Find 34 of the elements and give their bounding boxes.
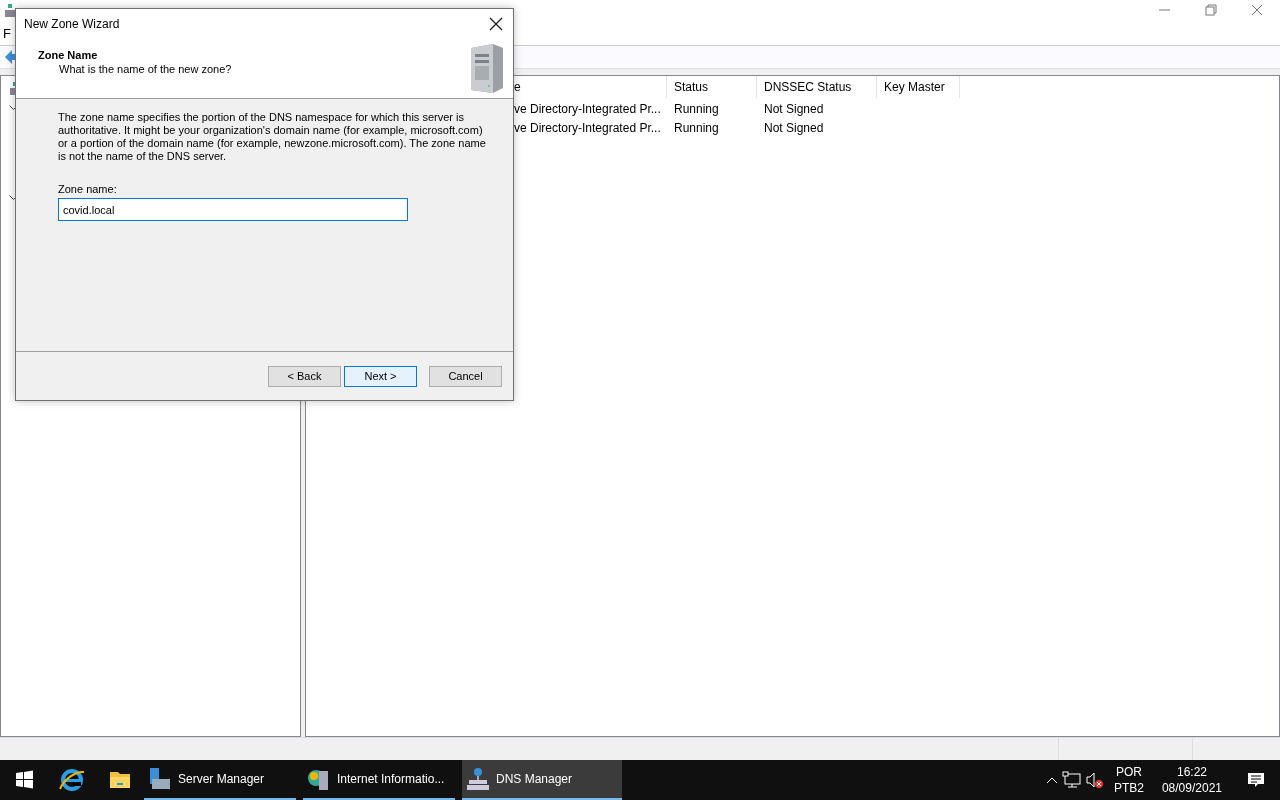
clock-date[interactable]: 08/09/2021 xyxy=(1161,780,1222,796)
zone-name-field[interactable]: covid.local xyxy=(58,198,408,221)
app-icon[interactable] xyxy=(307,767,331,791)
table-cell-text: Running xyxy=(673,100,720,118)
column-header[interactable]: DNSSEC Status xyxy=(757,76,877,98)
app-label: Internet Informatio... xyxy=(337,772,445,786)
wizard-button[interactable]: Next > xyxy=(344,365,417,387)
table-cell-text: Running xyxy=(673,119,720,137)
app-label: Server Manager xyxy=(178,772,265,786)
table-cell-text: ve Directory-Integrated Pr... xyxy=(514,119,662,137)
column-header[interactable]: Key Master xyxy=(877,76,960,98)
wizard-subheading: What is the name of the new zone? xyxy=(58,63,232,75)
taskbar-button[interactable]: Server Manager xyxy=(144,760,296,800)
wizard-button[interactable]: < Back xyxy=(268,365,341,387)
app-icon[interactable] xyxy=(148,767,172,791)
language-indicator[interactable]: POR xyxy=(1115,764,1142,780)
wizard-button[interactable]: Cancel xyxy=(429,365,502,387)
taskbar-button[interactable]: Internet Informatio... xyxy=(303,760,455,800)
table-cell-text: ve Directory-Integrated Pr... xyxy=(514,100,662,118)
menu-item[interactable]: F xyxy=(3,26,11,41)
wizard-heading: Zone Name xyxy=(38,49,99,61)
taskbar-button[interactable]: DNS Manager xyxy=(462,760,622,800)
dialog-title: New Zone Wizard xyxy=(24,17,120,31)
clock-time[interactable]: 16:22 xyxy=(1176,764,1207,780)
app-icon[interactable] xyxy=(4,4,16,18)
table-cell-text: Not Signed xyxy=(763,100,825,118)
column-header[interactable]: Status xyxy=(667,76,757,98)
close-icon[interactable] xyxy=(489,17,503,31)
description-text: The zone name specifies the portion of the DNS namespace for which this server is authoritative. It might be your organization's domain name (for example, microsoft.com) or a portion of the domain name (for example, newzone.microsoft.com). The zone name is not the name of the DNS server. xyxy=(58,111,487,163)
app-icon[interactable] xyxy=(466,767,490,791)
keyboard-layout[interactable]: PTB2 xyxy=(1113,780,1144,796)
app-label: DNS Manager xyxy=(496,772,573,786)
table-cell-text: Not Signed xyxy=(763,119,825,137)
field-label: Zone name: xyxy=(58,183,118,195)
